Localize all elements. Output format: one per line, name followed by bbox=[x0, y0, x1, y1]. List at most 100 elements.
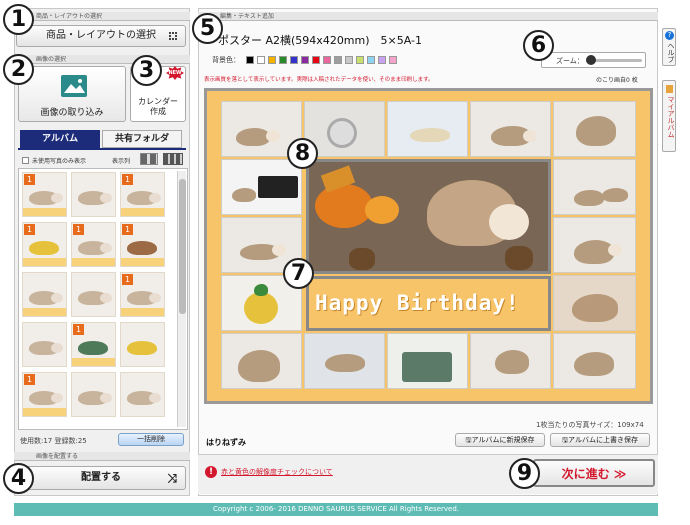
thumbnail[interactable]: 1 bbox=[120, 272, 165, 317]
callout-7: 7 bbox=[283, 258, 314, 289]
thumbnail[interactable] bbox=[120, 322, 165, 367]
thumbnail[interactable]: 1 bbox=[71, 222, 116, 267]
resolution-check-link[interactable]: 赤と黄色の解像度チェックについて bbox=[221, 467, 333, 477]
usage-badge: 1 bbox=[122, 174, 133, 185]
thumbnail[interactable] bbox=[120, 372, 165, 417]
photo-cell[interactable] bbox=[553, 101, 636, 157]
my-album-tab[interactable]: マイアルバム bbox=[662, 80, 676, 152]
photo-cell[interactable] bbox=[387, 101, 468, 157]
callout-3: 3 bbox=[131, 55, 162, 86]
bg-color-swatch[interactable] bbox=[345, 56, 353, 64]
callout-2: 2 bbox=[3, 54, 34, 85]
bg-color-swatch[interactable] bbox=[268, 56, 276, 64]
photo-cell[interactable] bbox=[304, 333, 385, 389]
three-column-toggle[interactable] bbox=[163, 153, 183, 165]
photo-cell[interactable] bbox=[387, 333, 468, 389]
callout-9: 9 bbox=[509, 458, 540, 489]
callout-6: 6 bbox=[523, 30, 554, 61]
display-cols-label: 表示列 bbox=[112, 158, 131, 165]
thumbnail[interactable]: 1 bbox=[71, 322, 116, 367]
editor-section-label: 編集・テキスト追加 bbox=[198, 12, 658, 21]
usage-badge: 1 bbox=[24, 224, 35, 235]
thumbnail-scrollbar[interactable] bbox=[177, 171, 186, 427]
pinecone-decoration bbox=[349, 248, 375, 270]
bg-color-swatch[interactable] bbox=[334, 56, 342, 64]
usage-badge: 1 bbox=[73, 224, 84, 235]
my-album-label: マイアルバム bbox=[667, 96, 675, 138]
save-new-album-button[interactable]: 🖫アルバムに新規保存 bbox=[455, 433, 545, 447]
next-button[interactable]: 次に進む ≫ bbox=[533, 459, 655, 487]
photo-cell[interactable] bbox=[221, 333, 302, 389]
import-images-button[interactable]: 画像の取り込み bbox=[18, 66, 126, 122]
bg-color-swatch[interactable] bbox=[257, 56, 265, 64]
scrollbar-thumb[interactable] bbox=[179, 179, 186, 314]
two-column-toggle[interactable] bbox=[140, 153, 158, 165]
callout-1: 1 bbox=[3, 4, 34, 35]
zoom-control: ズーム： bbox=[541, 52, 646, 68]
bg-color-swatch[interactable] bbox=[279, 56, 287, 64]
overwrite-album-button[interactable]: 🖫アルバムに上書き保存 bbox=[550, 433, 650, 447]
quality-warning: 表示画質を落として表示しています。実際は入稿されたデータを使い、そのまま印刷しま… bbox=[204, 77, 434, 83]
usage-badge: 1 bbox=[24, 374, 35, 385]
thumbnail[interactable]: 1 bbox=[22, 172, 67, 217]
thumbnail[interactable]: 1 bbox=[120, 172, 165, 217]
thumbnail-list: 1 1 1 1 1 1 1 1 bbox=[18, 168, 188, 430]
tab-underline bbox=[18, 148, 186, 150]
help-icon: ? bbox=[665, 31, 674, 40]
photo-cell[interactable] bbox=[470, 101, 551, 157]
picture-icon bbox=[61, 75, 87, 97]
bg-color-swatch[interactable] bbox=[246, 56, 254, 64]
shuffle-icon: ⤨ bbox=[167, 471, 177, 485]
bg-color-swatch[interactable] bbox=[301, 56, 309, 64]
tab-shared-folder[interactable]: 共有フォルダ bbox=[102, 130, 182, 148]
tab-album[interactable]: アルバム bbox=[20, 130, 100, 148]
zoom-label: ズーム： bbox=[556, 57, 584, 65]
thumbnail[interactable] bbox=[22, 272, 67, 317]
pinecone-decoration bbox=[505, 246, 533, 270]
select-layout-label: 商品・レイアウトの選択 bbox=[46, 30, 156, 41]
thumbnail[interactable] bbox=[22, 322, 67, 367]
footer: Copyright c 2006- 2016 DENNO SAURUS SERV… bbox=[14, 503, 658, 516]
birthday-text-box[interactable]: Happy Birthday! bbox=[306, 276, 551, 331]
thumbnail[interactable] bbox=[71, 272, 116, 317]
bulk-delete-button[interactable]: 一括削除 bbox=[118, 433, 184, 446]
help-label: ヘルプ bbox=[667, 42, 675, 63]
main-photo-frame[interactable] bbox=[306, 159, 551, 274]
photo-cell[interactable] bbox=[553, 275, 636, 331]
help-tab[interactable]: ? ヘルプ bbox=[662, 28, 676, 66]
bg-color-swatch[interactable] bbox=[367, 56, 375, 64]
photo-cell[interactable] bbox=[553, 159, 636, 215]
grid-icon bbox=[169, 32, 177, 40]
usage-badge: 1 bbox=[122, 224, 133, 235]
thumbnail[interactable]: 1 bbox=[22, 372, 67, 417]
usage-badge: 1 bbox=[73, 324, 84, 335]
hedgehog-face bbox=[489, 204, 529, 240]
select-layout-button[interactable]: 商品・レイアウトの選択 bbox=[16, 25, 186, 47]
place-section-label: 画像を配置する bbox=[14, 452, 190, 461]
photo-cell[interactable] bbox=[553, 333, 636, 389]
product-section-label: 商品・レイアウトの選択 bbox=[14, 12, 190, 21]
bg-color-swatch[interactable] bbox=[378, 56, 386, 64]
bg-color-label: 背景色： bbox=[212, 56, 240, 64]
bg-color-swatch[interactable] bbox=[290, 56, 298, 64]
place-images-button[interactable]: 配置する ⤨ bbox=[16, 466, 186, 490]
photo-cell[interactable] bbox=[221, 159, 302, 215]
zoom-slider-knob[interactable] bbox=[586, 55, 596, 65]
thumbnail[interactable]: 1 bbox=[22, 222, 67, 267]
photo-cell[interactable] bbox=[553, 217, 636, 273]
usage-badge: 1 bbox=[122, 274, 133, 285]
bg-color-swatch[interactable] bbox=[323, 56, 331, 64]
unused-only-checkbox[interactable] bbox=[22, 157, 29, 164]
alert-icon: ! bbox=[205, 466, 217, 478]
thumbnail[interactable]: 1 bbox=[120, 222, 165, 267]
bg-color-swatch[interactable] bbox=[312, 56, 320, 64]
bg-color-swatch[interactable] bbox=[389, 56, 397, 64]
thumbnail[interactable] bbox=[71, 172, 116, 217]
bg-color-swatch[interactable] bbox=[356, 56, 364, 64]
import-images-label: 画像の取り込み bbox=[40, 108, 104, 118]
photo-cell[interactable] bbox=[470, 333, 551, 389]
thumbnail[interactable] bbox=[71, 372, 116, 417]
poster-canvas: Happy Birthday! bbox=[204, 88, 653, 404]
usage-badge: 1 bbox=[24, 174, 35, 185]
callout-8: 8 bbox=[287, 138, 318, 169]
